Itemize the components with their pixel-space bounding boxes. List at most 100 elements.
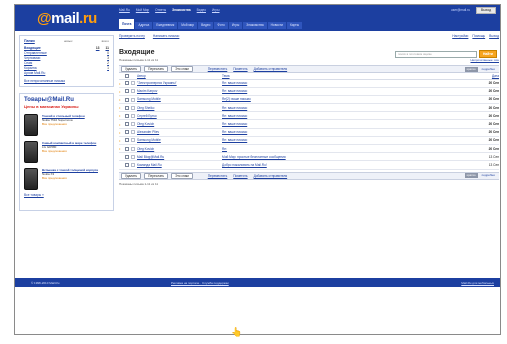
flag-icon[interactable] xyxy=(131,113,135,118)
table-row[interactable]: • Oleg Kovich Re: ваше письмо 20 Сен xyxy=(119,119,499,129)
table-row[interactable]: • Alexander Pliev Re: ваше письмо 20 Сен xyxy=(119,128,499,137)
tab-addresses[interactable]: Адреса xyxy=(135,22,153,29)
toplink[interactable]: Игры xyxy=(212,8,220,14)
promo-item[interactable]: Самый компактный в мире телефон LG GD580… xyxy=(24,141,109,163)
forward-button[interactable]: Переслать xyxy=(144,172,169,179)
row-checkbox[interactable] xyxy=(125,146,129,151)
folders-title[interactable]: Папки xyxy=(24,39,35,43)
mailru-logo[interactable]: @mail.ru xyxy=(37,10,97,27)
promo-item[interactable]: Вспышка с тонкой толщиной корпуса Nokia … xyxy=(24,168,109,190)
message-subject[interactable]: Re: ваше письмо xyxy=(222,111,477,121)
promo-item[interactable]: Тонкий и стильный телефон Nokia 7510 Sup… xyxy=(24,114,109,136)
tab-dating[interactable]: Знакомства xyxy=(243,22,267,29)
delete-button[interactable]: Удалить xyxy=(121,66,142,72)
table-row[interactable]: • Oleg Sheiko Re: ваше письмо 20 Сен xyxy=(119,103,499,113)
search-button[interactable]: Найти xyxy=(479,50,497,58)
toplink[interactable]: Видео xyxy=(197,8,206,14)
mark-dropdown[interactable]: Пометить xyxy=(233,67,247,71)
flag-icon[interactable] xyxy=(131,81,135,86)
table-row[interactable]: • "Электроэнергия Украины" Re: ваше письмо… xyxy=(119,79,499,88)
tab-news[interactable]: Новости xyxy=(267,22,286,29)
move-dropdown[interactable]: Переместить xyxy=(208,174,228,178)
promo-item-more[interactable]: Все предложения xyxy=(42,176,98,180)
message-subject[interactable]: Re: ваше письмо xyxy=(222,119,477,129)
flag-icon[interactable] xyxy=(131,122,135,127)
table-row[interactable]: • Samsung Mobile Re[2]: ваше письмо 20 Сен xyxy=(119,95,499,105)
toplink[interactable]: Ответы xyxy=(155,8,166,14)
all-unread-link[interactable]: Все непрочитанные письма xyxy=(24,79,109,83)
message-author[interactable]: Alexander Pliev xyxy=(137,128,222,137)
all-goods-link[interactable]: Все товары » xyxy=(24,193,109,197)
tab-photo[interactable]: Фото xyxy=(214,22,228,29)
phone-image[interactable] xyxy=(24,168,38,190)
view-brief[interactable]: кратко xyxy=(464,173,478,179)
toplink[interactable]: Mail.Ru xyxy=(119,8,130,14)
tab-games[interactable]: Игры xyxy=(228,22,243,29)
message-subject[interactable]: Re: ваше письмо xyxy=(222,103,477,113)
message-subject[interactable]: Re: ваше письмо xyxy=(222,87,477,96)
message-author[interactable]: Mail Blog@Mail.Ru xyxy=(137,152,222,162)
check-mail-link[interactable]: Проверить почту xyxy=(119,34,145,38)
help-link[interactable]: Помощь xyxy=(472,34,485,38)
message-subject[interactable]: Re: ваше письмо xyxy=(222,79,477,88)
add-sender-dropdown[interactable]: Добавить отправителя xyxy=(254,174,288,178)
table-row[interactable]: • Oleg Kovich Re: 20 Сен xyxy=(119,144,499,154)
folder-archive[interactable]: Архив Mail.Ru xyxy=(24,71,109,76)
view-detailed[interactable]: подробно xyxy=(480,67,497,72)
view-brief[interactable]: кратко xyxy=(464,66,478,72)
phone-image[interactable] xyxy=(24,114,38,136)
tab-maps[interactable]: Карты xyxy=(286,22,303,29)
message-subject[interactable]: Добро пожаловать на Mail.Ru! xyxy=(222,160,477,170)
delete-button[interactable]: Удалить xyxy=(121,172,142,179)
message-author[interactable]: Oleg Kovich xyxy=(137,119,222,129)
spam-button[interactable]: Это спам xyxy=(171,172,193,179)
flag-icon[interactable] xyxy=(131,130,135,135)
row-checkbox[interactable] xyxy=(125,81,129,86)
toplink[interactable]: Мой Мир xyxy=(136,8,149,14)
row-checkbox[interactable] xyxy=(125,97,129,102)
row-checkbox[interactable] xyxy=(125,138,129,143)
message-subject[interactable]: Re: xyxy=(222,144,477,154)
message-author[interactable]: Oleg Kovich xyxy=(137,144,222,154)
message-author[interactable]: Samsung Mobile xyxy=(137,95,222,105)
phone-image[interactable] xyxy=(24,141,38,163)
table-row[interactable]: • Samsung Mobile Re: ваше письмо 20 Сен xyxy=(119,136,499,146)
row-checkbox[interactable] xyxy=(125,122,129,127)
forward-button[interactable]: Переслать xyxy=(144,66,169,72)
tab-my-world[interactable]: Мой мир xyxy=(178,22,198,29)
promo-title[interactable]: Товары@Mail.Ru xyxy=(24,97,109,103)
table-row[interactable]: Mail Blog@Mail.Ru Мой Мир: простые беспла… xyxy=(119,152,499,162)
flag-icon[interactable] xyxy=(131,163,135,168)
table-row[interactable]: • Сергей Бутко Re: ваше письмо 20 Сен xyxy=(119,111,499,121)
compose-link[interactable]: Написать письмо xyxy=(153,34,180,38)
promo-item-more[interactable]: Все предложения xyxy=(42,122,85,126)
unread-filter[interactable]: Непрочитанные: все xyxy=(470,58,499,63)
flag-icon[interactable] xyxy=(131,97,135,102)
row-checkbox[interactable] xyxy=(125,105,129,110)
message-subject[interactable]: Мой Мир: простые бесплатные сообщения xyxy=(222,152,477,162)
tab-video[interactable]: Видео xyxy=(198,22,214,29)
add-sender-dropdown[interactable]: Добавить отправителя xyxy=(254,67,288,71)
message-author[interactable]: Oleg Sheiko xyxy=(137,103,222,113)
message-author[interactable]: Сергей Бутко xyxy=(137,111,222,121)
table-row[interactable]: Команда Mail.Ru Добро пожаловать на Mail.… xyxy=(119,160,499,170)
message-author[interactable]: Maxim Karpov xyxy=(137,87,222,96)
logout-link[interactable]: Выход xyxy=(489,34,499,38)
select-all-checkbox[interactable] xyxy=(125,73,129,78)
exit-button[interactable]: Выход xyxy=(476,7,496,14)
mark-dropdown[interactable]: Пометить xyxy=(233,174,247,178)
promo-item-more[interactable]: Все предложения xyxy=(42,149,96,153)
row-checkbox[interactable] xyxy=(125,163,129,168)
message-subject[interactable]: Re: ваше письмо xyxy=(222,136,477,146)
flag-icon[interactable] xyxy=(131,146,135,151)
message-subject[interactable]: Re: ваше письмо xyxy=(222,128,477,137)
message-author[interactable]: "Электроэнергия Украины" xyxy=(137,79,222,88)
flag-icon[interactable] xyxy=(131,89,135,94)
move-dropdown[interactable]: Переместить xyxy=(208,67,228,71)
flag-icon[interactable] xyxy=(131,105,135,110)
toplink[interactable]: Знакомства xyxy=(172,8,191,14)
message-author[interactable]: Команда Mail.Ru xyxy=(137,160,222,170)
row-checkbox[interactable] xyxy=(125,89,129,94)
footer-mobile-link[interactable]: Mail.Ru для мобильных xyxy=(461,281,494,285)
message-author[interactable]: Samsung Mobile xyxy=(137,136,222,146)
